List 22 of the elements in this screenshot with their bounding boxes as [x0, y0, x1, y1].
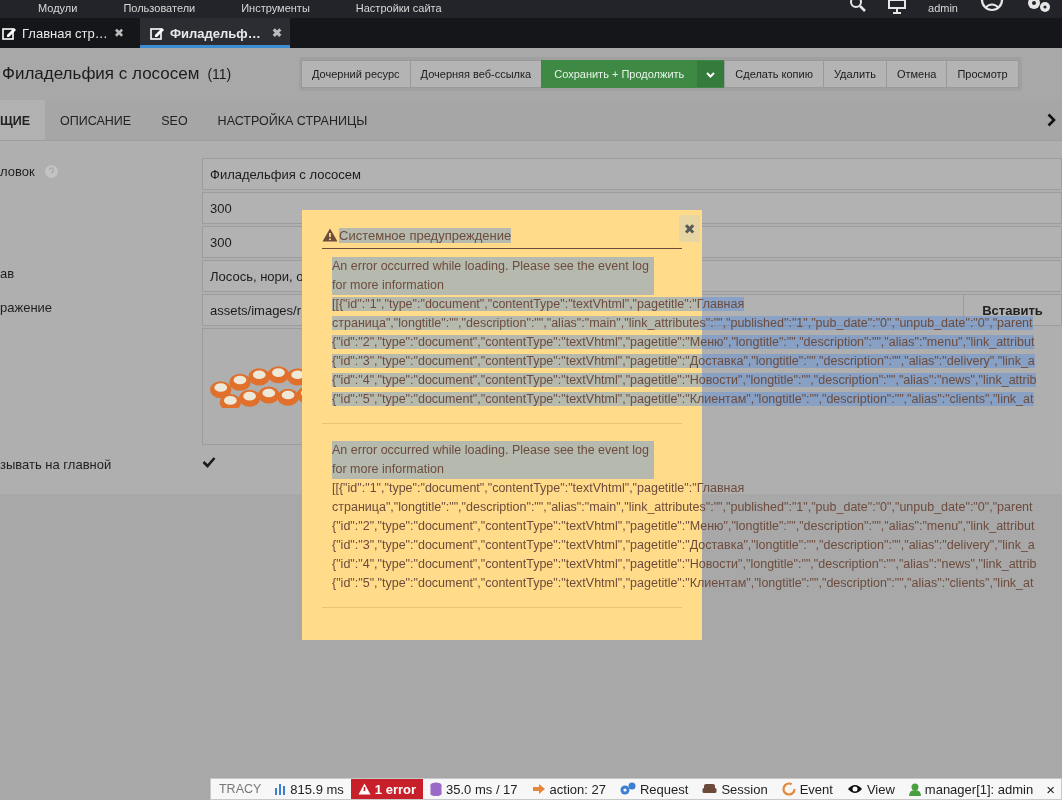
debug-bar-logo: TRACY	[217, 781, 263, 798]
panel-label: Request	[639, 781, 689, 797]
field-label: ловок	[0, 164, 35, 179]
panel-label: View	[866, 781, 895, 797]
panel-label: action: 27	[549, 781, 606, 797]
error-data-line: [[{"id":"1","type":"document","contentType":"textVhtml","pagetitle":"Главная	[332, 481, 745, 495]
error-message: An error occurred while loading. Please see the event log for more information	[332, 441, 654, 479]
tab-label: Главная стр…	[22, 25, 108, 41]
panel-label: manager[1]: admin	[924, 781, 1034, 797]
panel-label: 35.0 ms / 17	[446, 781, 518, 797]
tab-label: Филадельф…	[170, 25, 262, 41]
field-label: ав	[0, 266, 15, 281]
resource-id: (11)	[207, 66, 232, 82]
panel-label: 1 error	[374, 781, 417, 797]
panel-label: Session	[721, 781, 768, 797]
field-label: зывать на главной	[0, 457, 112, 472]
panel-label: 815.9 ms	[290, 781, 344, 797]
field-label: ражение	[0, 300, 53, 315]
dialog-title: Системное предупреждение	[339, 227, 512, 243]
panel-label: Event	[799, 781, 833, 797]
error-message: An error occurred while loading. Please see the event log for more information	[332, 257, 654, 295]
resource-title: Филадельфия с лососем	[2, 64, 200, 84]
